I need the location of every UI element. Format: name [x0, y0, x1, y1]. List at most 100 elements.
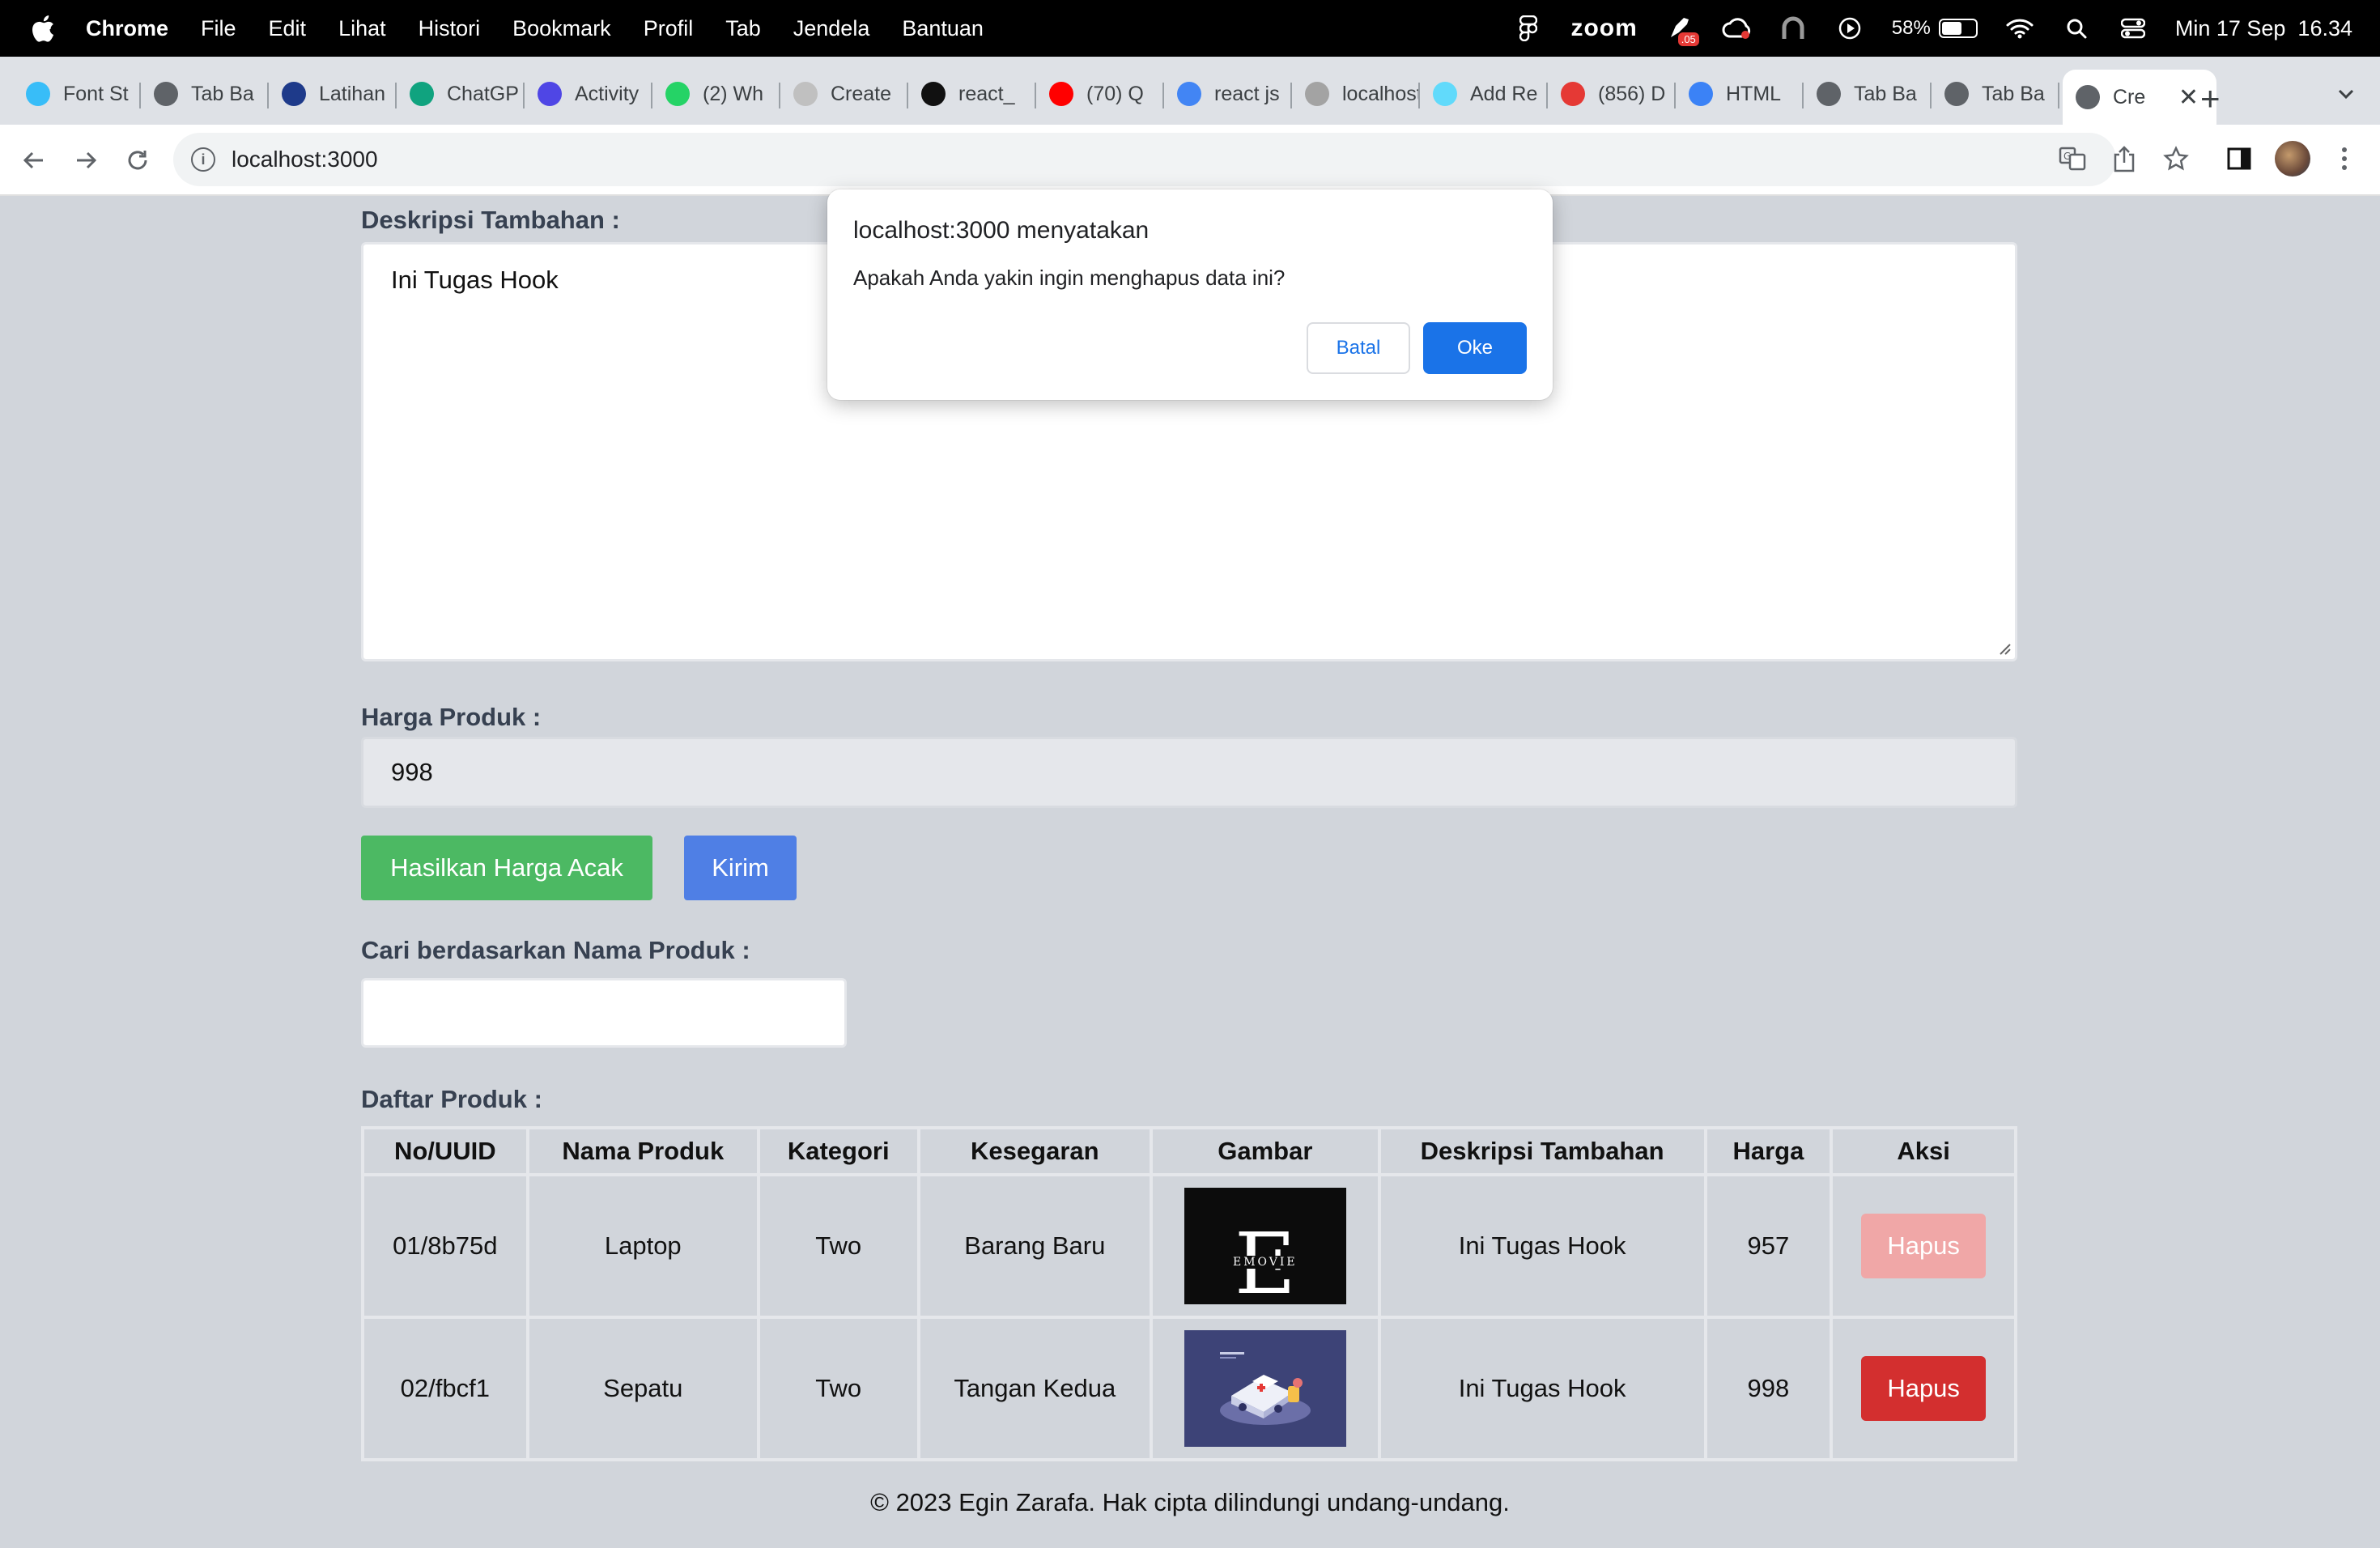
profile-avatar[interactable]	[2275, 141, 2310, 176]
macos-menubar: Chrome File Edit Lihat Histori Bookmark …	[0, 0, 2380, 57]
browser-tab[interactable]: Add Re	[1420, 70, 1548, 118]
cell-action: Hapus	[1830, 1316, 2017, 1461]
side-panel-icon[interactable]	[2221, 141, 2257, 176]
rocket-icon[interactable]: .05	[1665, 14, 1699, 46]
browser-tab[interactable]: Activity	[525, 70, 652, 118]
tab-list: Font St Tab Ba Latihan ChatGP Activity (2) Wh…	[13, 70, 2216, 125]
menu-profiles[interactable]: Profil	[644, 16, 694, 41]
col-header-action: Aksi	[1830, 1126, 2017, 1176]
new-tab-button[interactable]: +	[2200, 79, 2221, 118]
tab-label: (2) Wh	[703, 82, 763, 105]
cell-price: 998	[1703, 1316, 1834, 1461]
tab-label: Tab Ba	[191, 82, 254, 105]
dialog-ok-button[interactable]: Oke	[1423, 322, 1527, 374]
browser-tab[interactable]: HTML	[1676, 70, 1804, 118]
browser-tab[interactable]: Create	[780, 70, 908, 118]
browser-tab[interactable]: Tab Ba	[1804, 70, 1932, 118]
menu-bookmarks[interactable]: Bookmark	[512, 16, 611, 41]
chrome-icon	[154, 82, 178, 106]
browser-tab[interactable]: (2) Wh	[652, 70, 780, 118]
tab-label: react_	[958, 82, 1015, 105]
submit-button[interactable]: Kirim	[684, 836, 797, 900]
browser-tab[interactable]: (856) D	[1548, 70, 1676, 118]
product-table: No/UUID Nama Produk Kategori Kesegaran G…	[361, 1126, 2017, 1461]
globe-icon	[2076, 85, 2100, 109]
spotlight-search-icon[interactable]	[2062, 14, 2091, 43]
col-header-category: Kategori	[756, 1126, 920, 1176]
browser-tab[interactable]: localhost	[1292, 70, 1420, 118]
price-value: 998	[391, 758, 433, 786]
tab-search-chevron-icon[interactable]	[2336, 84, 2356, 104]
apple-icon[interactable]	[29, 12, 57, 45]
browser-tab[interactable]: Latihan	[269, 70, 397, 118]
logo-text: EMOVIE	[1230, 1256, 1301, 1269]
menubar-clock[interactable]: Min 17 Sep 16.34	[2175, 16, 2352, 41]
address-bar[interactable]: i localhost:3000	[173, 133, 2116, 186]
tab-label: Font St	[63, 82, 129, 105]
menu-help[interactable]: Bantuan	[902, 16, 984, 41]
cell-description: Ini Tugas Hook	[1377, 1173, 1707, 1319]
forward-arrow-icon[interactable]	[70, 144, 102, 176]
search-label: Cari berdasarkan Nama Produk :	[361, 936, 750, 964]
delete-button[interactable]: Hapus	[1861, 1356, 1987, 1421]
tab-label: (70) Q	[1086, 82, 1144, 105]
translate-icon[interactable]: G	[2055, 141, 2090, 176]
site-info-icon[interactable]: i	[191, 147, 215, 172]
generate-random-price-button[interactable]: Hasilkan Harga Acak	[361, 836, 652, 900]
close-tab-icon[interactable]: ✕	[2178, 83, 2199, 112]
share-icon[interactable]	[2106, 141, 2142, 176]
tab-label: Latihan	[319, 82, 386, 105]
browser-tab[interactable]: ChatGP	[397, 70, 525, 118]
bookmark-star-icon[interactable]	[2158, 141, 2194, 176]
youtube-icon	[1049, 82, 1073, 106]
cell-price: 957	[1703, 1173, 1834, 1319]
delete-button[interactable]: Hapus	[1861, 1214, 1987, 1278]
browser-tab[interactable]: Tab Ba	[141, 70, 269, 118]
menu-view[interactable]: Lihat	[338, 16, 386, 41]
menu-tab[interactable]: Tab	[725, 16, 761, 41]
github-icon	[921, 82, 946, 106]
reload-icon[interactable]	[121, 144, 154, 176]
menu-app-name[interactable]: Chrome	[86, 16, 168, 41]
resize-handle-icon[interactable]	[1997, 641, 2012, 656]
tailwind-icon	[26, 82, 50, 106]
price-input[interactable]: 998	[361, 737, 2017, 808]
browser-tab[interactable]: (70) Q	[1036, 70, 1164, 118]
cell-id: 02/fbcf1	[361, 1316, 529, 1461]
control-center-icon[interactable]	[2119, 14, 2148, 43]
cell-category: Two	[756, 1316, 920, 1461]
col-header-price: Harga	[1703, 1126, 1834, 1176]
wifi-icon[interactable]	[2005, 14, 2034, 43]
google-icon	[1177, 82, 1201, 106]
menu-file[interactable]: File	[201, 16, 236, 41]
menu-window[interactable]: Jendela	[793, 16, 870, 41]
play-circle-icon[interactable]	[1835, 14, 1864, 43]
tab-label: Create	[831, 82, 892, 105]
chrome-icon	[1944, 82, 1969, 106]
address-url[interactable]: localhost:3000	[232, 147, 378, 172]
cell-image: E EMOVIE	[1150, 1173, 1381, 1319]
zoom-status[interactable]: zoom	[1570, 15, 1637, 42]
arc-icon[interactable]	[1779, 14, 1808, 43]
search-input[interactable]	[361, 978, 847, 1048]
menu-edit[interactable]: Edit	[269, 16, 307, 41]
battery-status[interactable]: 58%	[1892, 17, 1978, 40]
more-menu-icon[interactable]	[2327, 141, 2362, 176]
col-header-description: Deskripsi Tambahan	[1377, 1126, 1707, 1176]
dialog-cancel-button[interactable]: Batal	[1307, 322, 1410, 374]
tab-label: localhost	[1342, 82, 1420, 105]
table-row: 01/8b75d Laptop Two Barang Baru E EMOVIE…	[361, 1173, 2017, 1319]
creative-cloud-icon[interactable]	[1722, 14, 1751, 43]
back-arrow-icon[interactable]	[18, 144, 50, 176]
menu-history[interactable]: Histori	[419, 16, 481, 41]
tab-label: HTML	[1726, 82, 1782, 105]
browser-tab[interactable]: react_	[908, 70, 1036, 118]
browser-tab-active[interactable]: Cre ✕	[2063, 70, 2216, 125]
browser-tab[interactable]: Font St	[13, 70, 141, 118]
browser-tab[interactable]: Tab Ba	[1932, 70, 2059, 118]
loading-icon	[793, 82, 818, 106]
cell-name: Sepatu	[525, 1316, 760, 1461]
cell-description: Ini Tugas Hook	[1377, 1316, 1707, 1461]
browser-tab[interactable]: react js	[1164, 70, 1292, 118]
figma-icon[interactable]	[1514, 14, 1543, 43]
